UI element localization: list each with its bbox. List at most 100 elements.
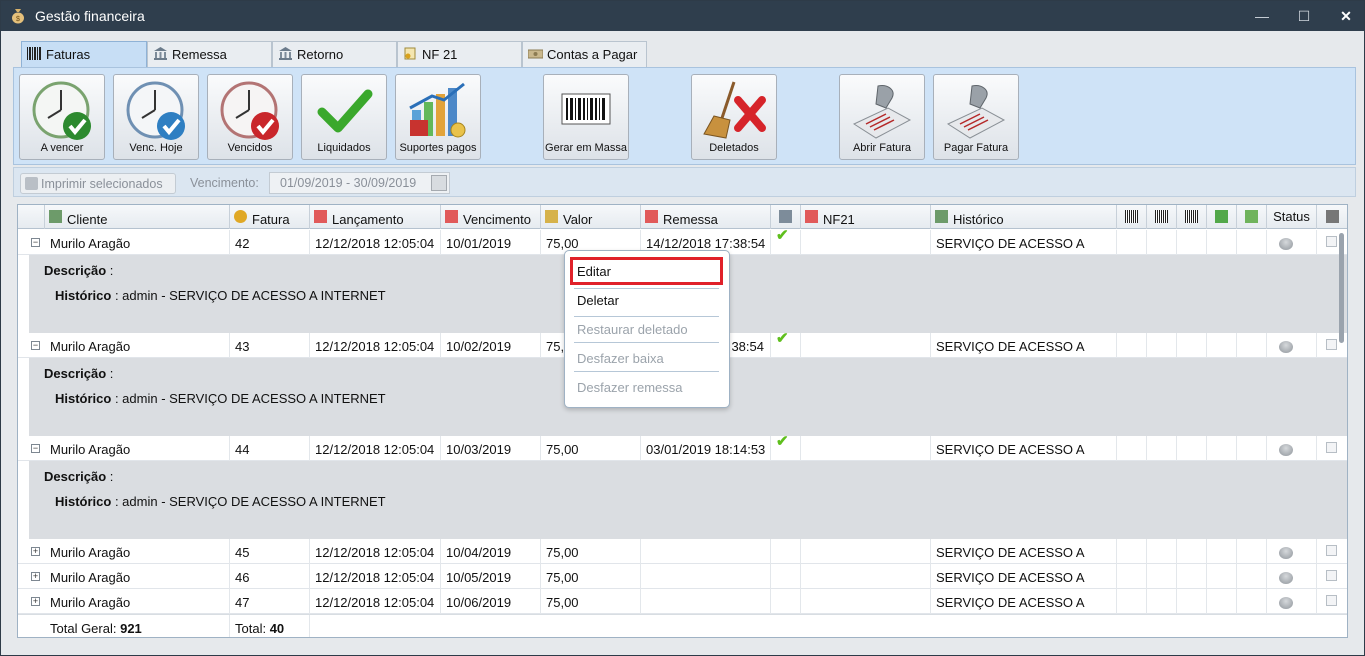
key-icon xyxy=(234,210,247,223)
header-bank[interactable] xyxy=(771,205,801,229)
calendar-icon[interactable] xyxy=(431,175,447,191)
header-barcode-2[interactable] xyxy=(1147,205,1177,229)
header-print[interactable] xyxy=(1317,205,1347,229)
a-vencer-label: A vencer xyxy=(40,142,84,154)
descricao-line: Descrição : xyxy=(44,366,114,381)
tab-nf21[interactable]: NF 21 xyxy=(397,41,522,67)
barcode-cell xyxy=(1117,333,1147,358)
expand-toggle[interactable]: + xyxy=(31,547,40,556)
valor-cell: 75,00 xyxy=(541,589,641,614)
barcode-icon xyxy=(1125,210,1138,223)
status-dot-icon xyxy=(1279,572,1293,584)
table-row[interactable]: + Murilo Aragão 45 12/12/2018 12:05:04 1… xyxy=(18,539,1347,564)
expand-toggle[interactable]: + xyxy=(31,597,40,606)
historico-line: Histórico : admin - SERVIÇO DE ACESSO A … xyxy=(55,494,386,509)
row-checkbox[interactable] xyxy=(1326,545,1337,556)
menu-item-desfazer-baixa[interactable]: Desfazer baixa xyxy=(577,351,719,366)
barcode-scanner-icon xyxy=(946,85,1006,139)
user-card-icon xyxy=(49,210,62,223)
remessa-cell xyxy=(641,539,771,564)
vencimento-date-range-input[interactable]: 01/09/2019 - 30/09/2019 xyxy=(269,172,450,194)
table-row[interactable]: + Murilo Aragão 46 12/12/2018 12:05:04 1… xyxy=(18,564,1347,589)
header-lancamento[interactable]: Lançamento xyxy=(310,205,441,229)
bank-icon xyxy=(279,47,292,60)
vencidos-button[interactable]: Vencidos xyxy=(207,74,293,160)
minimize-button[interactable]: — xyxy=(1247,6,1277,26)
status-dot-icon xyxy=(1279,238,1293,250)
vertical-scrollbar[interactable] xyxy=(1339,233,1344,343)
a-vencer-button[interactable]: A vencer xyxy=(19,74,105,160)
barcode-cell xyxy=(1177,436,1207,461)
print-selected-button[interactable]: Imprimir selecionados xyxy=(20,173,176,194)
cliente-cell: Murilo Aragão xyxy=(45,333,230,358)
header-barcode-3[interactable] xyxy=(1177,205,1207,229)
nf21-cell xyxy=(801,436,931,461)
email-cell xyxy=(1237,539,1267,564)
suportes-pagos-label: Suportes pagos xyxy=(399,142,477,154)
table-row[interactable]: + Murilo Aragão 47 12/12/2018 12:05:04 1… xyxy=(18,589,1347,614)
header-fatura[interactable]: Fatura xyxy=(230,205,310,229)
abrir-fatura-button[interactable]: Abrir Fatura xyxy=(839,74,925,160)
tab-faturas[interactable]: Faturas xyxy=(21,41,147,67)
row-checkbox[interactable] xyxy=(1326,236,1337,247)
menu-item-desfazer-remessa[interactable]: Desfazer remessa xyxy=(577,380,719,395)
check-icon: ✔ xyxy=(776,436,789,450)
cliente-cell: Murilo Aragão xyxy=(45,539,230,564)
remessa-cell xyxy=(641,564,771,589)
header-add-doc[interactable] xyxy=(1207,205,1237,229)
header-nf21[interactable]: NF21 xyxy=(801,205,931,229)
row-checkbox[interactable] xyxy=(1326,570,1337,581)
header-vencimento[interactable]: Vencimento xyxy=(441,205,541,229)
tab-retorno[interactable]: Retorno xyxy=(272,41,397,67)
expand-toggle[interactable]: + xyxy=(31,572,40,581)
historico-cell: SERVIÇO DE ACESSO A xyxy=(931,539,1117,564)
menu-item-editar[interactable]: Editar xyxy=(577,264,719,279)
lancamento-cell: 12/12/2018 12:05:04 xyxy=(310,539,441,564)
menu-separator xyxy=(574,316,719,317)
tab-contas-a-pagar[interactable]: Contas a Pagar xyxy=(522,41,647,67)
maximize-button[interactable]: ☐ xyxy=(1289,6,1319,26)
venc-hoje-button[interactable]: Venc. Hoje xyxy=(113,74,199,160)
vencimento-cell: 10/05/2019 xyxy=(441,564,541,589)
header-historico[interactable]: Histórico xyxy=(931,205,1117,229)
total-geral: Total Geral: 921 xyxy=(45,615,230,637)
header-email[interactable] xyxy=(1237,205,1267,229)
row-checkbox[interactable] xyxy=(1326,442,1337,453)
row-checkbox[interactable] xyxy=(1326,595,1337,606)
remessa-cell xyxy=(641,589,771,614)
valor-cell: 75,00 xyxy=(541,539,641,564)
header-remessa[interactable]: Remessa xyxy=(641,205,771,229)
menu-separator xyxy=(574,288,719,289)
pagar-fatura-button[interactable]: Pagar Fatura xyxy=(933,74,1019,160)
collapse-toggle[interactable]: − xyxy=(31,444,40,453)
suportes-pagos-button[interactable]: Suportes pagos xyxy=(395,74,481,160)
header-valor[interactable]: Valor xyxy=(541,205,641,229)
row-checkbox[interactable] xyxy=(1326,339,1337,350)
context-menu: Editar Deletar Restaurar deletado Desfaz… xyxy=(564,250,730,408)
add-document-icon xyxy=(1215,210,1228,223)
menu-item-restaurar-deletado[interactable]: Restaurar deletado xyxy=(577,322,719,337)
header-cliente[interactable]: Cliente xyxy=(45,205,230,229)
cliente-cell: Murilo Aragão xyxy=(45,589,230,614)
menu-item-deletar[interactable]: Deletar xyxy=(577,293,719,308)
tab-label: Retorno xyxy=(297,47,344,62)
collapse-toggle[interactable]: − xyxy=(31,341,40,350)
vencimento-cell: 10/02/2019 xyxy=(441,333,541,358)
tab-label: Contas a Pagar xyxy=(547,47,638,62)
tab-label: Remessa xyxy=(172,47,227,62)
table-row[interactable]: − Murilo Aragão 44 12/12/2018 12:05:04 1… xyxy=(18,436,1347,461)
fatura-cell: 47 xyxy=(230,589,310,614)
nf21-cell xyxy=(801,589,931,614)
header-status[interactable]: Status xyxy=(1267,205,1317,229)
liquidados-button[interactable]: Liquidados xyxy=(301,74,387,160)
valor-cell: 75,00 xyxy=(541,436,641,461)
tab-remessa[interactable]: Remessa xyxy=(147,41,272,67)
close-button[interactable]: ✕ xyxy=(1331,6,1361,26)
gerar-em-massa-button[interactable]: Gerar em Massa xyxy=(543,74,629,160)
printer-icon xyxy=(1326,210,1339,223)
collapse-toggle[interactable]: − xyxy=(31,238,40,247)
valor-cell: 75,00 xyxy=(541,564,641,589)
deletados-button[interactable]: Deletados xyxy=(691,74,777,160)
header-barcode-1[interactable] xyxy=(1117,205,1147,229)
barcode-cell xyxy=(1117,230,1147,255)
